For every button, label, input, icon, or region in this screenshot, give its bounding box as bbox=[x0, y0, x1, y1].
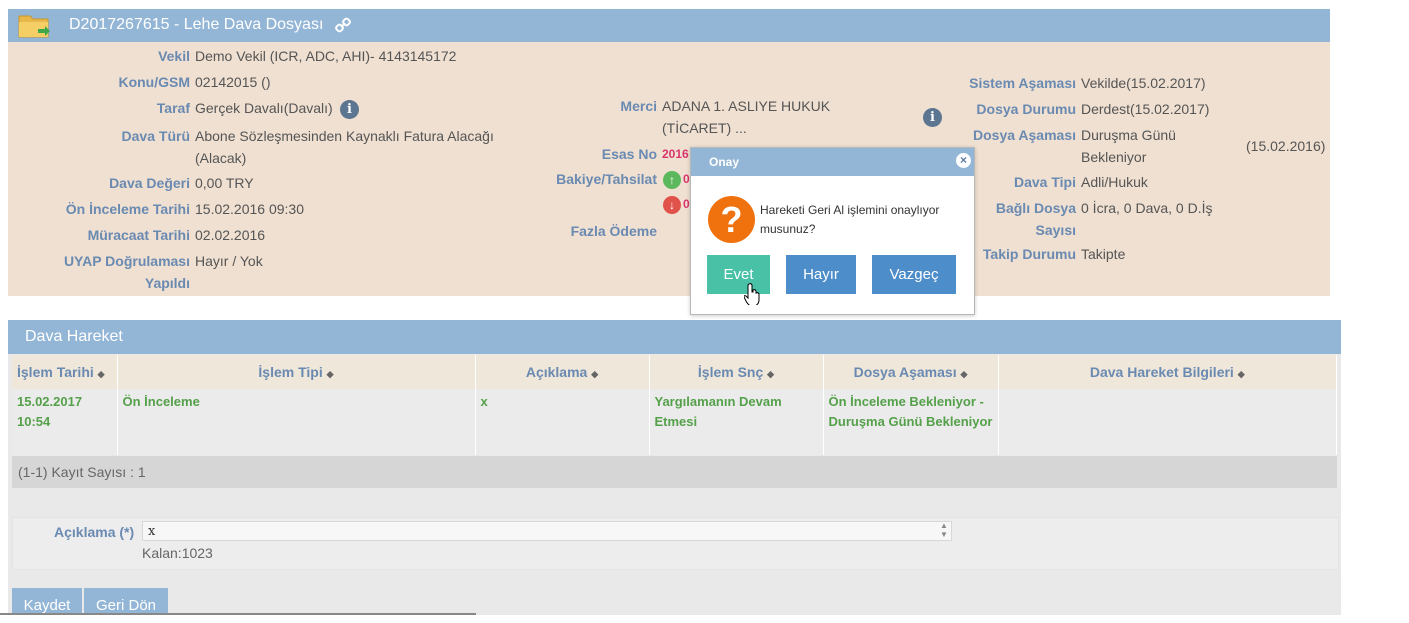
column-header[interactable]: İşlem Snç ◆ bbox=[649, 355, 824, 389]
bakiye-down-value: 0 bbox=[683, 197, 690, 211]
table-cell: x bbox=[475, 389, 650, 455]
table-cell: Ön İnceleme Bekleniyor - Duruşma Günü Be… bbox=[823, 389, 999, 455]
hand-cursor-icon bbox=[744, 283, 760, 305]
uyap-label: UYAP Doğrulaması Yapıldı bbox=[63, 253, 190, 291]
bagli-dosya-label: Bağlı Dosya Sayısı bbox=[995, 200, 1076, 238]
yes-button[interactable]: Evet bbox=[707, 255, 770, 294]
taraf-value: Gerçek Davalı(Davalı) bbox=[195, 100, 333, 116]
dosya-asamasi-label: Dosya Aşaması bbox=[973, 127, 1076, 143]
sort-icon: ◆ bbox=[960, 369, 968, 379]
bakiye-up-value: 0 bbox=[683, 172, 690, 186]
sort-icon: ◆ bbox=[767, 369, 775, 379]
sort-icon: ◆ bbox=[326, 369, 334, 379]
case-header: D2017267615 - Lehe Dava Dosyası bbox=[8, 9, 1330, 42]
question-icon: ? bbox=[708, 196, 755, 243]
takip-durumu-value: Takipte bbox=[1081, 246, 1126, 262]
dosya-asamasi-value: Duruşma Günü Bekleniyor bbox=[1081, 127, 1176, 165]
back-button[interactable]: Geri Dön bbox=[84, 588, 168, 615]
on-inceleme-value: 15.02.2016 09:30 bbox=[195, 201, 304, 217]
konu-gsm-value: 02142015 () bbox=[195, 74, 271, 90]
fazla-odeme-label: Fazla Ödeme bbox=[570, 223, 657, 239]
sistem-asamasi-value: Vekilde(15.02.2017) bbox=[1081, 75, 1206, 91]
close-icon[interactable]: × bbox=[956, 153, 971, 168]
dosya-asamasi-date: (15.02.2016) bbox=[1246, 138, 1326, 154]
dosya-durumu-value: Derdest(15.02.2017) bbox=[1081, 101, 1210, 117]
table-cell: Ön İnceleme bbox=[117, 389, 476, 455]
cancel-button[interactable]: Vazgeç bbox=[872, 255, 956, 294]
esas-no-value: 2016 bbox=[662, 147, 689, 161]
taraf-label: Taraf bbox=[156, 100, 190, 116]
vekil-label: Vekil bbox=[158, 48, 190, 64]
dava-tipi-value: Adli/Hukuk bbox=[1081, 174, 1148, 190]
aciklama-label: Açıklama (*) bbox=[54, 524, 135, 540]
sort-icon: ◆ bbox=[1237, 369, 1245, 379]
dosya-durumu-label: Dosya Durumu bbox=[976, 101, 1076, 117]
sort-icon: ◆ bbox=[97, 369, 105, 379]
link-icon[interactable] bbox=[335, 17, 351, 33]
table-row[interactable]: 15.02.2017 10:54 Ön İnceleme x Yargılama… bbox=[12, 389, 1337, 455]
kalan-counter: Kalan:1023 bbox=[142, 545, 213, 561]
record-count: (1-1) Kayıt Sayısı : 1 bbox=[18, 464, 146, 480]
muracaat-value: 02.02.2016 bbox=[195, 227, 266, 243]
bagli-dosya-value: 0 İcra, 0 Dava, 0 D.İş bbox=[1081, 200, 1213, 216]
save-button[interactable]: Kaydet bbox=[12, 588, 82, 615]
dava-degeri-label: Dava Değeri bbox=[109, 175, 190, 191]
dialog-message: Hareketi Geri Al işlemini onaylıyor musu… bbox=[760, 203, 940, 236]
merci-value: ADANA 1. ASLIYE HUKUK (TİCARET) ... bbox=[662, 98, 831, 136]
case-title: D2017267615 - Lehe Dava Dosyası bbox=[69, 16, 324, 33]
esas-no-label: Esas No bbox=[601, 146, 657, 162]
info-icon[interactable]: i bbox=[340, 100, 359, 119]
folder-icon bbox=[18, 15, 50, 38]
table-cell: 15.02.2017 10:54 bbox=[12, 389, 118, 455]
dialog-title: Onay bbox=[709, 155, 740, 169]
table-cell: Yargılamanın Devam Etmesi bbox=[649, 389, 824, 455]
on-inceleme-label: Ön İnceleme Tarihi bbox=[65, 201, 190, 217]
vekil-value: Demo Vekil (ICR, ADC, AHI)- 4143145172 bbox=[195, 48, 457, 64]
uyap-value: Hayır / Yok bbox=[195, 253, 263, 269]
bakiye-label: Bakiye/Tahsilat bbox=[556, 171, 657, 187]
arrow-up-icon: ↑ bbox=[663, 171, 681, 189]
aciklama-spinner[interactable]: ▲ ▼ bbox=[936, 521, 952, 541]
dava-hareket-title: Dava Hareket bbox=[25, 328, 123, 345]
dava-hareket-table: İşlem Tarihi ◆ İşlem Tipi ◆ Açıklama ◆ İ… bbox=[12, 355, 1337, 455]
no-button[interactable]: Hayır bbox=[786, 255, 856, 294]
column-header[interactable]: İşlem Tarihi ◆ bbox=[12, 355, 118, 389]
sistem-asamasi-label: Sistem Aşaması bbox=[969, 75, 1076, 91]
muracaat-label: Müracaat Tarihi bbox=[87, 227, 190, 243]
dava-hareket-header: Dava Hareket bbox=[8, 320, 1341, 354]
dava-degeri-value: 0,00 TRY bbox=[195, 175, 254, 191]
aciklama-input[interactable]: x bbox=[142, 521, 952, 541]
column-header[interactable]: Dosya Aşaması ◆ bbox=[823, 355, 999, 389]
column-header[interactable]: İşlem Tipi ◆ bbox=[117, 355, 476, 389]
merci-label: Merci bbox=[620, 98, 657, 114]
table-cell bbox=[998, 389, 1337, 455]
dava-turu-value: Abone Sözleşmesinden Kaynaklı Fatura Ala… bbox=[195, 128, 494, 166]
arrow-down-icon: ↓ bbox=[663, 196, 681, 214]
sort-icon: ◆ bbox=[591, 369, 599, 379]
column-header[interactable]: Dava Hareket Bilgileri ◆ bbox=[998, 355, 1337, 389]
dava-turu-label: Dava Türü bbox=[121, 128, 190, 144]
dialog-header: Onay × bbox=[691, 148, 974, 176]
konu-gsm-label: Konu/GSM bbox=[118, 74, 190, 90]
record-count-bar: (1-1) Kayıt Sayısı : 1 bbox=[12, 456, 1337, 488]
confirm-dialog: Onay × ? Hareketi Geri Al işlemini onayl… bbox=[690, 147, 975, 315]
column-header[interactable]: Açıklama ◆ bbox=[475, 355, 650, 389]
